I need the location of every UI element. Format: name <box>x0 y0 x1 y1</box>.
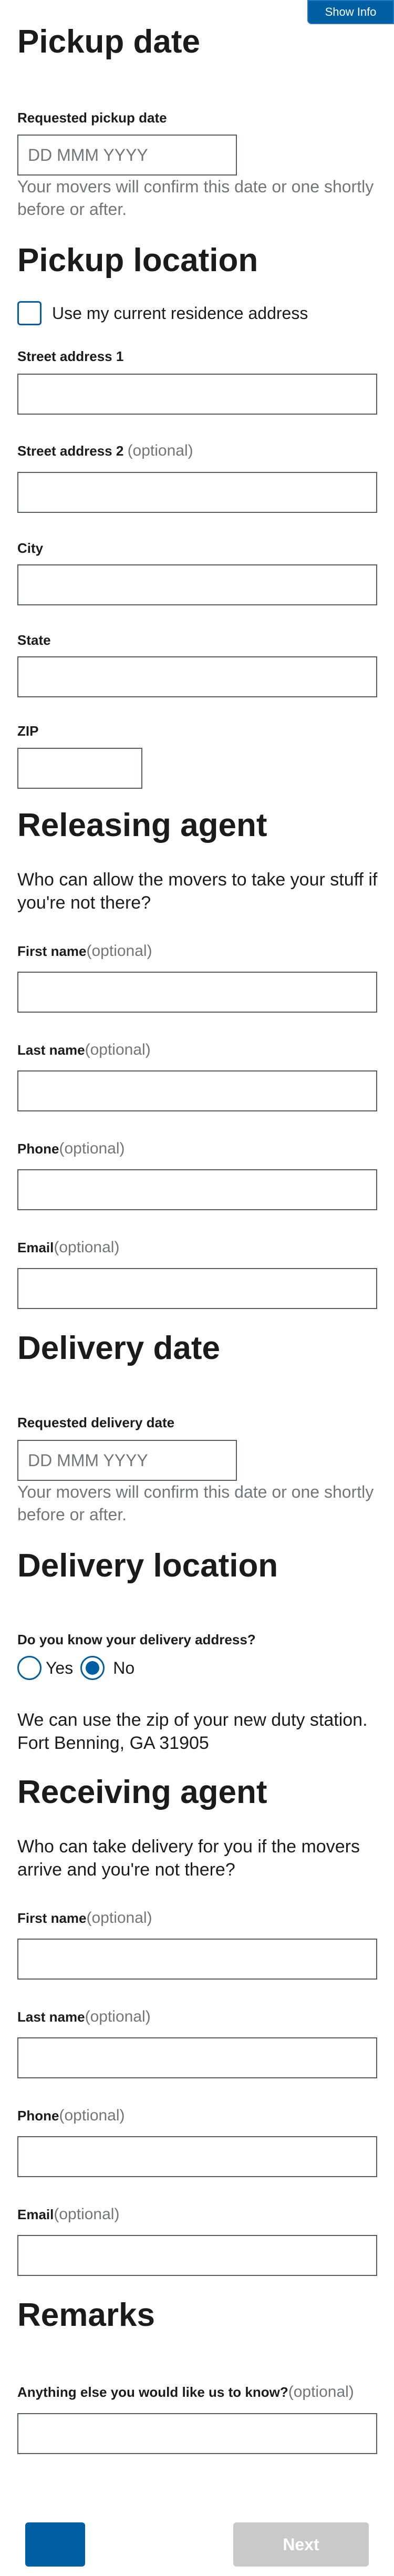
receiving-phone-label-text: Phone <box>17 2108 59 2124</box>
releasing-last-name-label-text: Last name <box>17 1042 85 1058</box>
receiving-last-name-label-text: Last name <box>17 2009 85 2025</box>
no-radio[interactable] <box>80 1656 105 1680</box>
shipment-form-page: Show Info Pickup date Requested pickup d… <box>0 0 394 2576</box>
zip-label: ZIP <box>17 723 39 739</box>
releasing-last-name-label: Last name(optional) <box>17 1042 151 1058</box>
back-button[interactable]: Back <box>25 2522 85 2567</box>
requested-pickup-date-label: Requested pickup date <box>17 110 167 126</box>
street-address-2-label: Street address 2 (optional) <box>17 442 193 459</box>
remarks-heading: Remarks <box>17 2297 155 2333</box>
receiving-first-name-label-text: First name <box>17 1910 87 1926</box>
optional-tag: (optional) <box>85 2008 151 2025</box>
current-residence-checkbox-label: Use my current residence address <box>52 303 308 323</box>
receiving-agent-heading: Receiving agent <box>17 1774 267 1810</box>
optional-tag: (optional) <box>54 1239 120 1256</box>
releasing-agent-heading: Releasing agent <box>17 807 267 843</box>
state-input[interactable] <box>17 656 377 697</box>
delivery-location-heading: Delivery location <box>17 1548 278 1584</box>
street-address-1-label: Street address 1 <box>17 348 124 364</box>
optional-tag: (optional) <box>86 1909 152 1926</box>
releasing-agent-description: Who can allow the movers to take your st… <box>17 870 378 913</box>
no-radio-label: No <box>113 1658 135 1677</box>
receiving-phone-input[interactable] <box>17 2136 377 2177</box>
releasing-phone-label: Phone(optional) <box>17 1140 125 1157</box>
current-residence-checkbox[interactable] <box>17 301 42 325</box>
pickup-date-placeholder: DD MMM YYYY <box>28 145 148 164</box>
receiving-first-name-label: First name(optional) <box>17 1910 152 1926</box>
show-info-button[interactable]: Show Info <box>307 0 394 24</box>
optional-tag: (optional) <box>85 1041 151 1058</box>
releasing-first-name-label: First name(optional) <box>17 943 152 960</box>
duty-station-info: We can use the zip of your new duty stat… <box>17 1710 368 1730</box>
releasing-email-label: Email(optional) <box>17 1239 119 1256</box>
releasing-phone-label-text: Phone <box>17 1141 59 1157</box>
receiving-last-name-input[interactable] <box>17 2037 377 2078</box>
street-address-2-label-text: Street address 2 <box>17 443 124 459</box>
pickup-date-input[interactable]: DD MMM YYYY <box>17 135 237 176</box>
delivery-date-placeholder: DD MMM YYYY <box>28 1450 148 1470</box>
delivery-address-question: Do you know your delivery address? <box>17 1632 256 1647</box>
receiving-agent-description: Who can take delivery for you if the mov… <box>17 1837 360 1880</box>
receiving-phone-label: Phone(optional) <box>17 2107 125 2124</box>
releasing-first-name-input[interactable] <box>17 972 377 1013</box>
receiving-email-label-text: Email <box>17 2207 54 2222</box>
street-address-2-input[interactable] <box>17 472 377 513</box>
remarks-label: Anything else you would like us to know?… <box>17 2384 354 2400</box>
requested-delivery-date-label: Requested delivery date <box>17 1415 175 1430</box>
delivery-date-input[interactable]: DD MMM YYYY <box>17 1440 237 1481</box>
receiving-first-name-input[interactable] <box>17 1939 377 1980</box>
optional-tag: (optional) <box>288 2383 354 2400</box>
remarks-input[interactable] <box>17 2413 377 2454</box>
zip-input[interactable] <box>17 748 142 789</box>
releasing-first-name-label-text: First name <box>17 943 87 959</box>
pickup-date-heading: Pickup date <box>17 24 200 60</box>
optional-tag: (optional) <box>86 942 152 960</box>
releasing-email-label-text: Email <box>17 1240 54 1255</box>
optional-tag: (optional) <box>54 2206 120 2223</box>
receiving-last-name-label: Last name(optional) <box>17 2008 151 2025</box>
state-label: State <box>17 632 51 648</box>
delivery-date-heading: Delivery date <box>17 1330 220 1366</box>
releasing-last-name-input[interactable] <box>17 1070 377 1111</box>
next-button[interactable]: Next <box>233 2522 369 2567</box>
street-address-1-input[interactable] <box>17 374 377 415</box>
releasing-phone-input[interactable] <box>17 1169 377 1210</box>
optional-tag: (optional) <box>59 2107 125 2124</box>
duty-station-address: Fort Benning, GA 31905 <box>17 1733 209 1753</box>
optional-tag: (optional) <box>127 442 193 459</box>
receiving-email-label: Email(optional) <box>17 2206 119 2223</box>
remarks-label-text: Anything else you would like us to know? <box>17 2384 288 2400</box>
yes-radio-label: Yes <box>46 1658 74 1677</box>
current-residence-checkbox-row[interactable]: Use my current residence address <box>17 301 308 325</box>
pickup-date-hint: Your movers will confirm this date or on… <box>17 177 374 219</box>
yes-radio[interactable] <box>17 1656 42 1680</box>
optional-tag: (optional) <box>59 1140 125 1157</box>
pickup-location-heading: Pickup location <box>17 242 258 279</box>
city-label: City <box>17 540 44 556</box>
city-input[interactable] <box>17 564 377 605</box>
receiving-email-input[interactable] <box>17 2235 377 2276</box>
delivery-address-radio-group: Yes No <box>17 1656 142 1680</box>
releasing-email-input[interactable] <box>17 1268 377 1309</box>
delivery-date-hint: Your movers will confirm this date or on… <box>17 1482 374 1524</box>
